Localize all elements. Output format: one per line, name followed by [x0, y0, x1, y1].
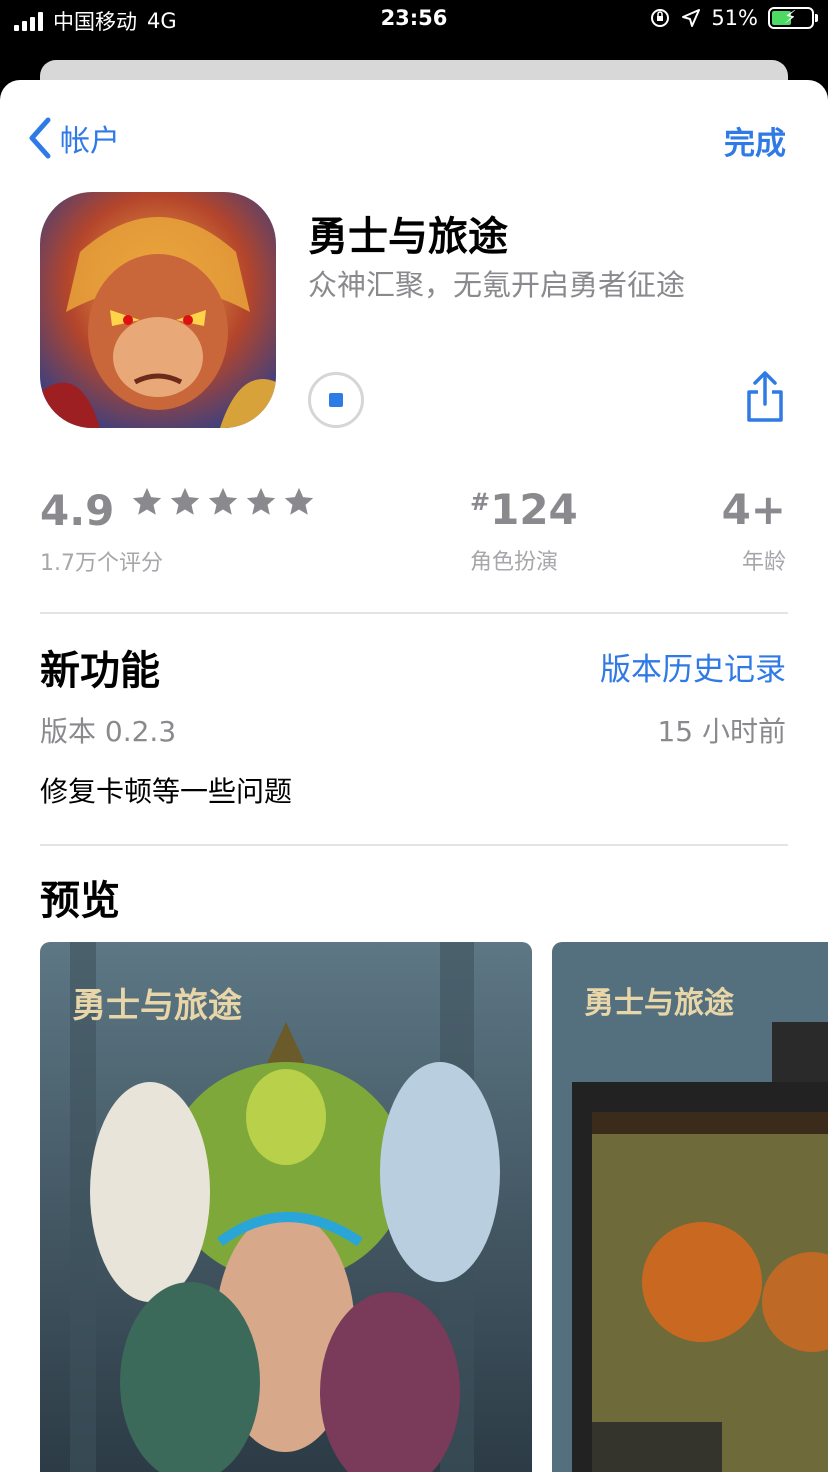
battery-icon: ⚡ [768, 7, 818, 29]
rating-summary[interactable]: 4.9 1.7万个评分 [40, 485, 316, 577]
whats-new-title: 新功能 [40, 648, 160, 694]
star-icon [246, 487, 275, 515]
battery-percent: 51% [711, 6, 758, 30]
status-bar: 中国移动 4G 23:56 51% ⚡ [0, 0, 828, 44]
orientation-lock-icon [651, 9, 670, 27]
age-rating: 4+ 年龄 [722, 485, 786, 576]
age-value: 4+ [721, 485, 786, 534]
star-icon [170, 487, 199, 515]
stop-icon [329, 393, 343, 407]
version-label: 版本 0.2.3 [40, 715, 177, 748]
chart-rank[interactable]: #124 角色扮演 [470, 485, 578, 576]
chevron-left-icon [29, 117, 51, 159]
rank-number: 124 [490, 485, 578, 534]
star-icon [132, 487, 161, 515]
share-icon[interactable] [744, 370, 786, 424]
update-time: 15 小时前 [657, 715, 786, 748]
release-notes: 修复卡顿等一些问题 [40, 775, 293, 808]
rating-score: 4.9 [40, 486, 115, 535]
divider [40, 844, 788, 846]
rank-category: 角色扮演 [470, 550, 559, 575]
app-detail-sheet: 帐户 完成 勇士与旅途 众神汇聚，无氪开启勇者征途 4.9 1.7万个评分 #1… [0, 80, 828, 1472]
game-logo: 勇士与旅途 [72, 986, 242, 1026]
stop-download-button[interactable] [308, 372, 364, 428]
screenshot-1[interactable]: 勇士与旅途 [40, 942, 532, 1472]
divider [40, 612, 788, 614]
star-icon [208, 487, 237, 515]
preview-title: 预览 [40, 878, 120, 924]
location-icon [682, 9, 701, 27]
app-title: 勇士与旅途 [308, 214, 508, 260]
back-button[interactable]: 帐户 [26, 116, 120, 160]
rank-hash: # [470, 488, 491, 516]
star-icon [284, 487, 313, 515]
rating-count: 1.7万个评分 [40, 551, 163, 576]
age-label: 年龄 [741, 550, 786, 575]
version-history-link[interactable]: 版本历史记录 [600, 644, 786, 689]
done-button[interactable]: 完成 [724, 118, 786, 163]
screenshot-2[interactable]: 勇士与旅途 [552, 942, 828, 1472]
back-label: 帐户 [60, 124, 120, 159]
status-right: 51% ⚡ [649, 6, 818, 30]
game-logo: 勇士与旅途 [584, 986, 734, 1021]
rating-stars [130, 485, 316, 519]
app-icon [40, 192, 276, 428]
app-subtitle: 众神汇聚，无氪开启勇者征途 [308, 268, 686, 302]
